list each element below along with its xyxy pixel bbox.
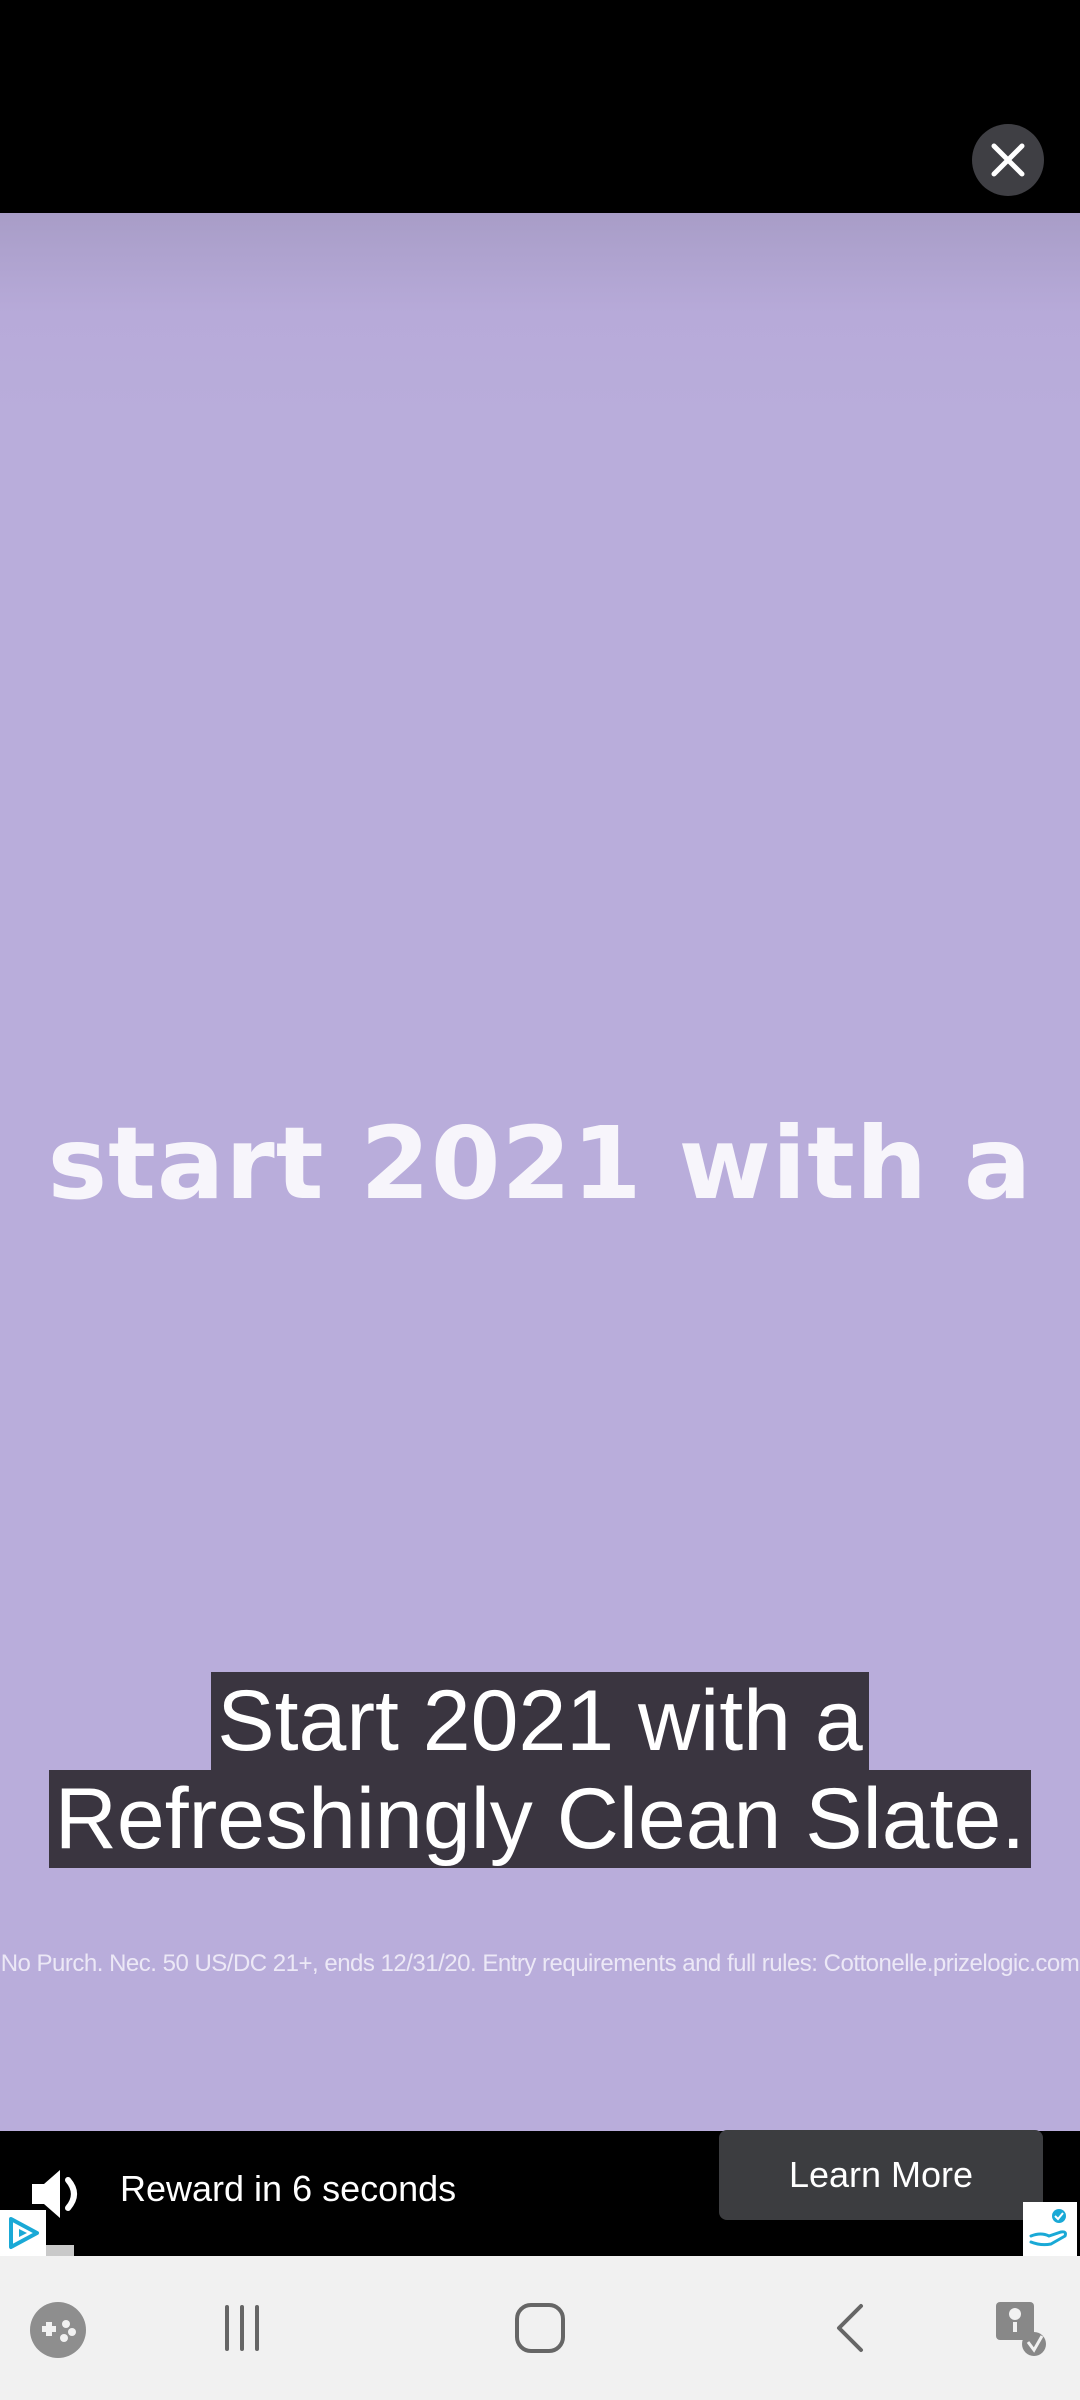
accessibility-icon[interactable] — [990, 2296, 1054, 2360]
adchoices-icon[interactable] — [0, 2210, 46, 2256]
fine-print: No Purch. Nec. 50 US/DC 21+, ends 12/31/… — [0, 1950, 1080, 1977]
close-icon — [991, 143, 1025, 177]
video-headline: start 2021 with a — [47, 1105, 1033, 1222]
top-bar — [0, 0, 1080, 213]
home-icon[interactable] — [510, 2298, 570, 2358]
caption-line-1: Start 2021 with a — [0, 1672, 1080, 1770]
back-icon[interactable] — [820, 2298, 880, 2358]
close-button[interactable] — [972, 124, 1044, 196]
game-launcher-icon[interactable] — [26, 2298, 90, 2362]
recent-apps-icon[interactable] — [212, 2300, 272, 2356]
caption-line-2: Refreshingly Clean Slate. — [0, 1770, 1080, 1868]
learn-more-button[interactable]: Learn More — [719, 2130, 1043, 2220]
reward-countdown: Reward in 6 seconds — [120, 2168, 457, 2209]
privacy-hand-icon[interactable] — [1023, 2202, 1077, 2256]
